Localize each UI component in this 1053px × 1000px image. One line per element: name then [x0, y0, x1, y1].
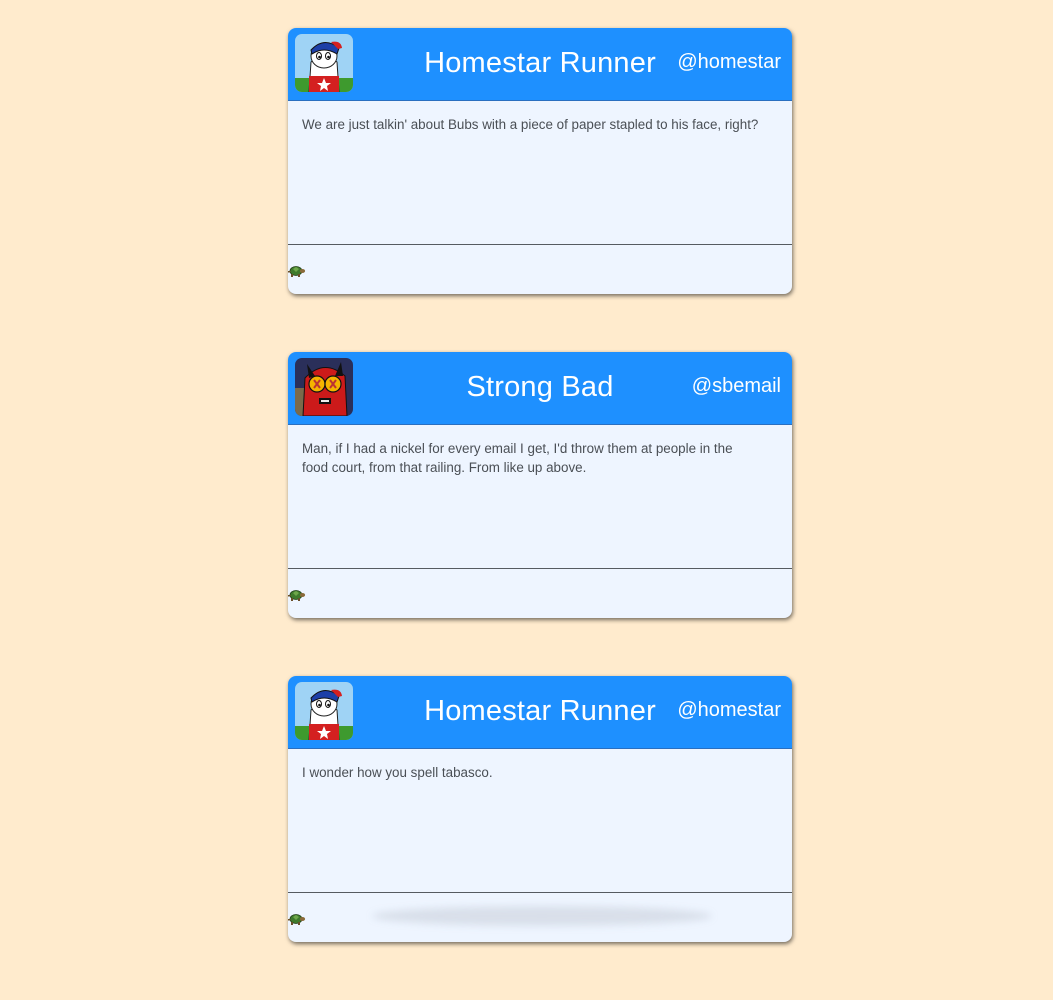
- author-handle[interactable]: @sbemail: [692, 375, 781, 398]
- post-footer: [288, 569, 792, 618]
- turtle-icon[interactable]: [288, 263, 306, 277]
- post-text: I wonder how you spell tabasco.: [288, 749, 792, 893]
- post-header: Homestar Runner @homestar: [288, 28, 792, 101]
- turtle-icon[interactable]: [288, 587, 306, 601]
- post-text: Man, if I had a nickel for every email I…: [288, 425, 792, 569]
- post-card: Homestar Runner @homestar We are just ta…: [288, 28, 792, 294]
- post-text: We are just talkin' about Bubs with a pi…: [288, 101, 792, 245]
- post-card: Strong Bad @sbemail Man, if I had a nick…: [288, 352, 792, 618]
- post-footer: [288, 245, 792, 294]
- author-handle[interactable]: @homestar: [677, 699, 781, 722]
- post-header: Strong Bad @sbemail: [288, 352, 792, 425]
- post-feed: Homestar Runner @homestar We are just ta…: [288, 28, 792, 1000]
- post-header: Homestar Runner @homestar: [288, 676, 792, 749]
- post-card: Homestar Runner @homestar I wonder how y…: [288, 676, 792, 942]
- author-handle[interactable]: @homestar: [677, 51, 781, 74]
- turtle-icon[interactable]: [288, 911, 306, 925]
- bottom-shadow: [372, 906, 712, 926]
